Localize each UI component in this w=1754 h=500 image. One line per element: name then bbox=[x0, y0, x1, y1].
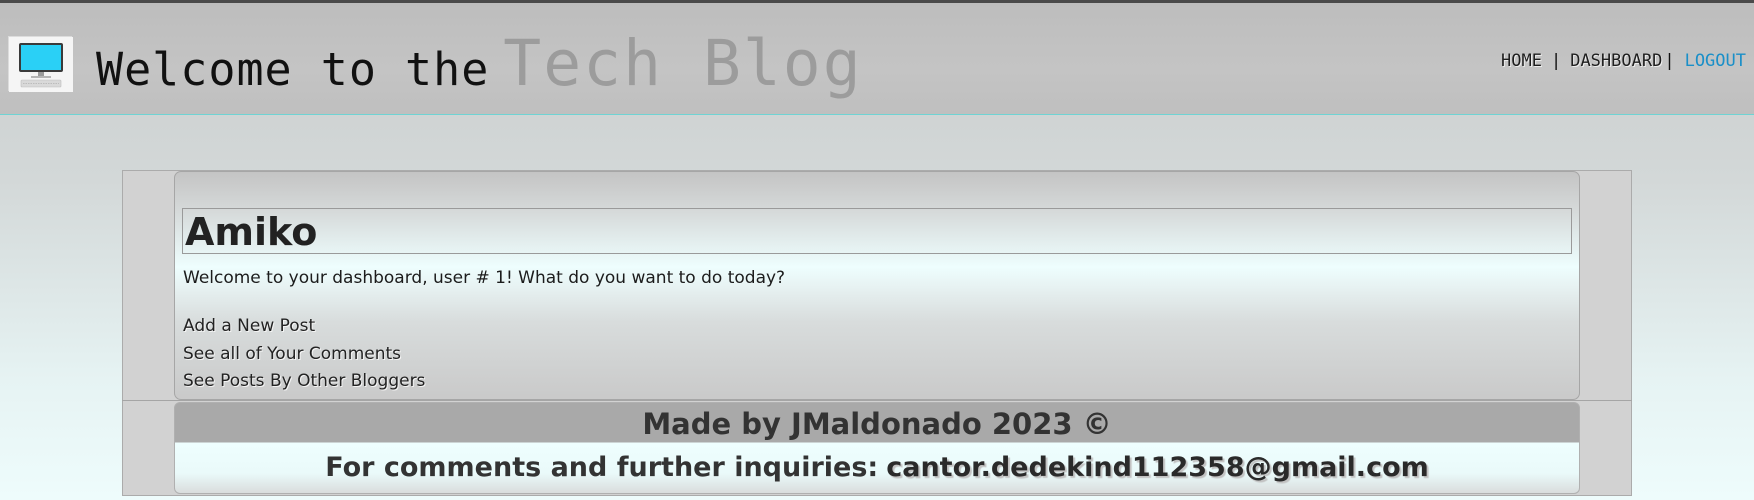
site-footer: Made by JMaldonado 2023 © For comments a… bbox=[174, 402, 1580, 494]
nav-home-link[interactable]: HOME bbox=[1501, 51, 1542, 71]
computer-monitor-icon bbox=[8, 36, 73, 92]
see-your-comments-link[interactable]: See all of Your Comments bbox=[183, 341, 425, 369]
add-new-post-link[interactable]: Add a New Post bbox=[183, 313, 425, 341]
welcome-message: Welcome to your dashboard, user # 1! Wha… bbox=[183, 268, 786, 288]
site-title-accent: Tech Blog bbox=[503, 27, 863, 100]
footer-inquiries: For comments and further inquiries: canto… bbox=[175, 447, 1579, 489]
divider bbox=[122, 400, 1632, 401]
site-title: Welcome to the Tech Blog bbox=[96, 27, 863, 100]
dashboard-card: Amiko Welcome to your dashboard, user # … bbox=[174, 171, 1580, 400]
footer-inquiries-label: For comments and further inquiries: bbox=[325, 452, 879, 483]
username-heading: Amiko bbox=[185, 210, 318, 254]
dashboard-actions: Add a New Post See all of Your Comments … bbox=[183, 313, 425, 396]
footer-email-link[interactable]: cantor.dedekind112358@gmail.com bbox=[886, 452, 1429, 483]
see-other-bloggers-posts-link[interactable]: See Posts By Other Bloggers bbox=[183, 368, 425, 396]
main-nav: HOME | DASHBOARD | LOGOUT bbox=[1501, 51, 1746, 71]
nav-dashboard-link[interactable]: DASHBOARD bbox=[1570, 51, 1662, 71]
username-box: Amiko bbox=[182, 208, 1572, 254]
nav-separator: | bbox=[1550, 51, 1562, 71]
footer-made-by: Made by JMaldonado 2023 © bbox=[642, 407, 1112, 441]
nav-logout-link[interactable]: LOGOUT bbox=[1685, 51, 1746, 71]
computer-monitor-icon-svg bbox=[9, 37, 73, 92]
site-title-prefix: Welcome to the bbox=[96, 43, 490, 96]
site-header: Welcome to the Tech Blog HOME | DASHBOARD… bbox=[0, 0, 1754, 115]
nav-separator: | bbox=[1664, 51, 1675, 71]
